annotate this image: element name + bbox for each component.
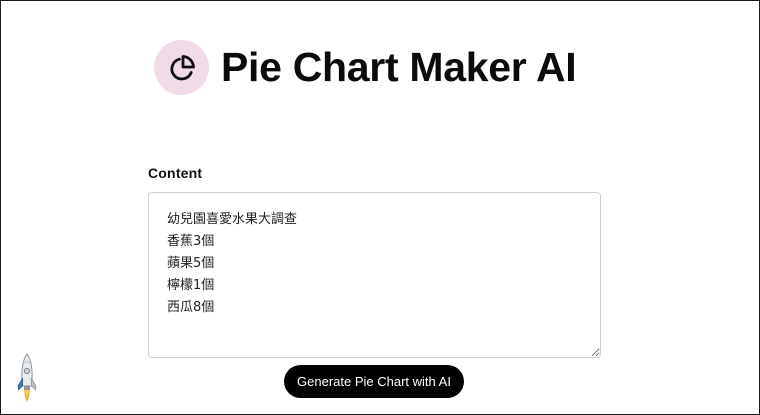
page-title: Pie Chart Maker AI xyxy=(221,44,577,90)
pie-chart-icon xyxy=(169,54,195,80)
header: Pie Chart Maker AI xyxy=(154,40,577,95)
app-window: Pie Chart Maker AI Content 幼兒園喜愛水果大調查 香蕉… xyxy=(0,0,760,415)
content-label: Content xyxy=(148,165,203,181)
generate-pie-chart-button[interactable]: Generate Pie Chart with AI xyxy=(284,365,464,398)
content-textarea[interactable]: 幼兒園喜愛水果大調查 香蕉3個 蘋果5個 檸檬1個 西瓜8個 xyxy=(148,192,601,358)
rocket-icon xyxy=(17,353,37,402)
logo xyxy=(154,40,209,95)
